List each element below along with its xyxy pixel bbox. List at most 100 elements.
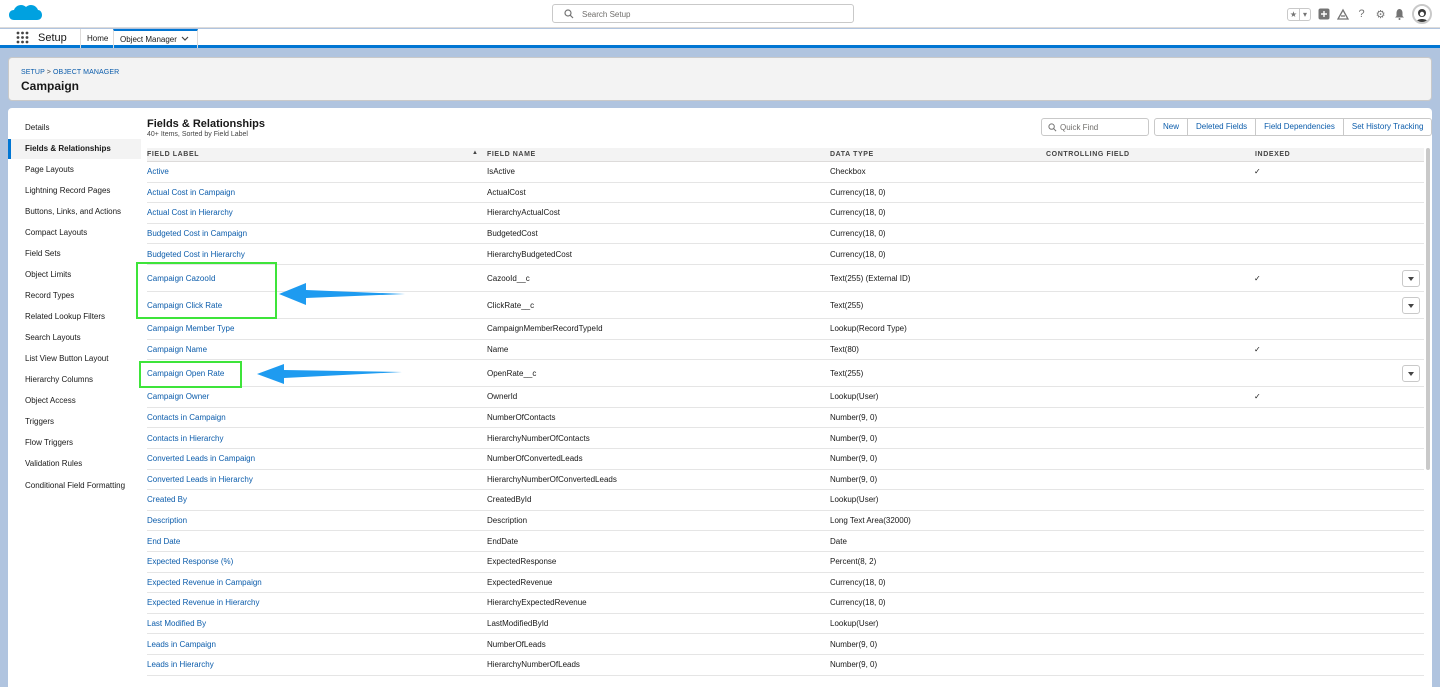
table-row: Created By CreatedById Lookup(User)	[147, 490, 1424, 511]
sidebar-item[interactable]: Buttons, Links, and Actions	[8, 202, 141, 222]
field-api-name: HierarchyNumberOfContacts	[487, 433, 590, 443]
field-data-type: Currency(18, 0)	[830, 187, 886, 197]
sidebar-item[interactable]: Related Lookup Filters	[8, 307, 141, 327]
row-actions-dropdown-button[interactable]	[1402, 297, 1420, 314]
field-label-link[interactable]: Budgeted Cost in Campaign	[147, 229, 247, 238]
field-label-link[interactable]: Created By	[147, 495, 187, 504]
sidebar-item[interactable]: Search Layouts	[8, 328, 141, 348]
salesforce-logo-icon[interactable]	[8, 3, 42, 25]
field-data-type: Lookup(User)	[830, 619, 879, 629]
row-actions-dropdown-button[interactable]	[1402, 365, 1420, 383]
gear-icon[interactable]: ⚙	[1374, 8, 1387, 21]
field-label-link[interactable]: Actual Cost in Hierarchy	[147, 208, 233, 217]
indexed-check-icon: ✓	[1254, 273, 1261, 283]
field-label-link[interactable]: Budgeted Cost in Hierarchy	[147, 250, 245, 259]
field-label-link[interactable]: Actual Cost in Campaign	[147, 188, 235, 197]
trailhead-icon[interactable]	[1336, 8, 1349, 21]
table-row: Description Description Long Text Area(320…	[147, 511, 1424, 532]
page-header: SETUP > OBJECT MANAGER Campaign	[8, 57, 1432, 101]
field-data-type: Number(9, 0)	[830, 639, 878, 649]
quick-find-input[interactable]: Quick Find	[1041, 118, 1149, 136]
plus-icon[interactable]	[1317, 8, 1330, 21]
sort-ascending-icon[interactable]: ▲	[472, 150, 479, 156]
user-avatar[interactable]	[1412, 4, 1432, 24]
sidebar: Details Fields & Relationships Page Layout…	[8, 108, 141, 687]
field-api-name: NumberOfConvertedLeads	[487, 454, 583, 464]
field-data-type: Lookup(Record Type)	[830, 324, 907, 334]
set-history-tracking-button[interactable]: Set History Tracking	[1343, 118, 1432, 136]
field-label-link[interactable]: Last Modified By	[147, 619, 206, 628]
field-label-link[interactable]: Expected Response (%)	[147, 557, 233, 566]
header-utility-icons: ★ ▾ ? ⚙	[1287, 3, 1432, 25]
field-label-link[interactable]: Contacts in Campaign	[147, 413, 226, 422]
breadcrumb-object-manager[interactable]: OBJECT MANAGER	[53, 69, 119, 76]
field-label-link[interactable]: Expected Revenue in Campaign	[147, 578, 262, 587]
tab-object-manager[interactable]: Object Manager	[113, 29, 198, 48]
field-api-name: ExpectedResponse	[487, 557, 557, 567]
field-label-link[interactable]: Expected Revenue in Hierarchy	[147, 598, 260, 607]
app-launcher-icon[interactable]	[16, 31, 29, 44]
table-header: FIELD LABEL ▲ FIELD NAME DATA TYPE CONTR…	[147, 148, 1424, 162]
field-data-type: Text(255)	[830, 368, 864, 378]
table-row: Active IsActive Checkbox ✓	[147, 162, 1424, 183]
breadcrumb-setup[interactable]: SETUP	[21, 69, 45, 76]
sidebar-item[interactable]: Details	[8, 118, 141, 138]
column-header-field-label[interactable]: FIELD LABEL	[147, 151, 199, 158]
field-label-link[interactable]: Active	[147, 167, 169, 176]
sidebar-item[interactable]: List View Button Layout	[8, 349, 141, 369]
field-label-link[interactable]: End Date	[147, 537, 180, 546]
favorites-dropdown-icon[interactable]: ▾	[1299, 8, 1310, 20]
sidebar-item[interactable]: Field Sets	[8, 244, 141, 264]
field-label-link[interactable]: Converted Leads in Campaign	[147, 454, 255, 463]
column-header-field-name[interactable]: FIELD NAME	[487, 151, 536, 158]
column-header-data-type[interactable]: DATA TYPE	[830, 151, 874, 158]
question-icon[interactable]: ?	[1355, 8, 1368, 21]
sidebar-item[interactable]: Flow Triggers	[8, 433, 141, 453]
chevron-down-icon[interactable]	[181, 36, 189, 42]
field-label-link[interactable]: Campaign Owner	[147, 392, 209, 401]
sidebar-item[interactable]: Record Types	[8, 286, 141, 306]
field-data-type: Text(80)	[830, 344, 859, 354]
field-api-name: CazooId__c	[487, 273, 530, 283]
content-subtitle: 40+ Items, Sorted by Field Label	[147, 131, 248, 138]
sidebar-item[interactable]: Compact Layouts	[8, 223, 141, 243]
field-api-name: OwnerId	[487, 392, 518, 402]
fields-relationships-content: Fields & Relationships 40+ Items, Sorted…	[147, 108, 1432, 687]
field-label-link[interactable]: Contacts in Hierarchy	[147, 434, 223, 443]
sidebar-item[interactable]: Fields & Relationships	[8, 139, 141, 159]
global-header: Search Setup ★ ▾ ? ⚙	[0, 0, 1440, 28]
action-button-group: New Deleted Fields Field Dependencies Se…	[1154, 118, 1432, 136]
field-api-name: HierarchyNumberOfConvertedLeads	[487, 474, 617, 484]
column-header-indexed[interactable]: INDEXED	[1255, 151, 1290, 158]
table-scrollbar[interactable]	[1426, 148, 1430, 470]
sidebar-item[interactable]: Page Layouts	[8, 160, 141, 180]
new-button[interactable]: New	[1154, 118, 1189, 136]
field-label-link[interactable]: Converted Leads in Hierarchy	[147, 475, 253, 484]
setup-search-input[interactable]: Search Setup	[552, 4, 854, 23]
content-title: Fields & Relationships	[147, 118, 265, 130]
sidebar-item[interactable]: Object Access	[8, 391, 141, 411]
bell-icon[interactable]	[1393, 8, 1406, 21]
deleted-fields-button[interactable]: Deleted Fields	[1188, 118, 1257, 136]
sidebar-item[interactable]: Triggers	[8, 412, 141, 432]
column-header-controlling-field[interactable]: CONTROLLING FIELD	[1046, 151, 1130, 158]
star-icon[interactable]: ★	[1288, 9, 1299, 20]
field-label-link[interactable]: Campaign Member Type	[147, 324, 234, 333]
field-label-link[interactable]: Description	[147, 516, 187, 525]
field-label-link[interactable]: Leads in Hierarchy	[147, 660, 214, 669]
field-data-type: Percent(8, 2)	[830, 557, 877, 567]
field-api-name: CampaignMemberRecordTypeId	[487, 324, 603, 334]
field-label-link[interactable]: Campaign Name	[147, 345, 207, 354]
field-data-type: Number(9, 0)	[830, 454, 878, 464]
sidebar-item[interactable]: Validation Rules	[8, 454, 141, 474]
sidebar-item[interactable]: Lightning Record Pages	[8, 181, 141, 201]
sidebar-item[interactable]: Object Limits	[8, 265, 141, 285]
field-label-link[interactable]: Leads in Campaign	[147, 640, 216, 649]
sidebar-item[interactable]: Conditional Field Formatting	[8, 476, 141, 496]
tab-home[interactable]: Home	[80, 29, 114, 48]
sidebar-item[interactable]: Hierarchy Columns	[8, 370, 141, 390]
row-actions-dropdown-button[interactable]	[1402, 270, 1420, 287]
field-data-type: Long Text Area(32000)	[830, 516, 911, 526]
field-data-type: Number(9, 0)	[830, 660, 878, 670]
field-dependencies-button[interactable]: Field Dependencies	[1256, 118, 1344, 136]
